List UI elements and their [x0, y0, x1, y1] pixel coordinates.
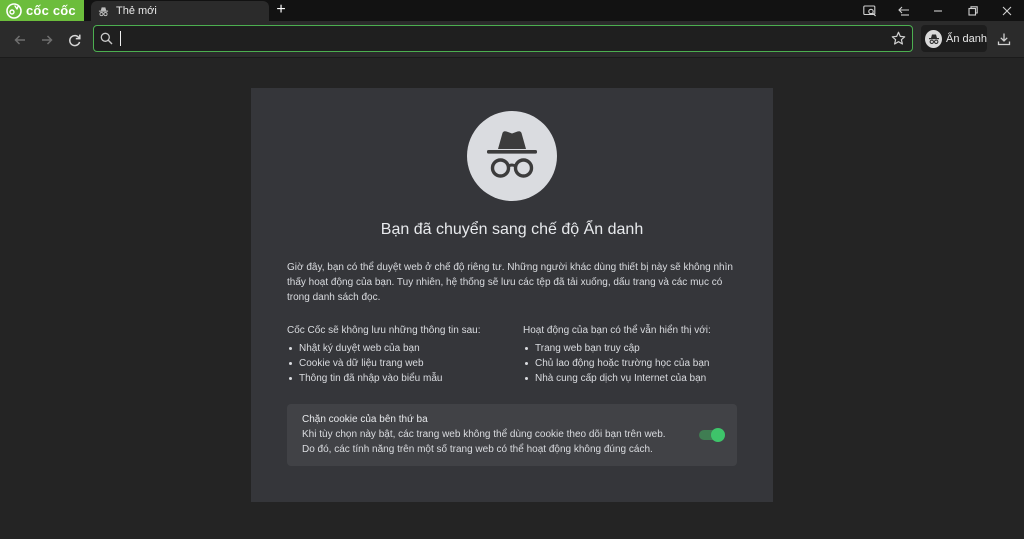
forward-button[interactable] — [36, 29, 58, 51]
text-caret — [120, 31, 121, 46]
visible-to-list: Trang web bạn truy cập Chủ lao động hoặc… — [523, 341, 753, 386]
title-bar: cốc cốc Thẻ mới + — [0, 0, 1024, 21]
reload-button[interactable] — [63, 29, 85, 51]
cookie-setting-note: Do đó, các tính năng trên một số trang w… — [302, 444, 653, 455]
incognito-card: Bạn đã chuyển sang chế độ Ẩn danh Giờ đâ… — [251, 88, 773, 502]
not-saved-section: Cốc Cốc sẽ không lưu những thông tin sau… — [287, 323, 517, 386]
visible-to-section: Hoạt động của bạn có thể vẫn hiển thị vớ… — [523, 323, 753, 386]
tab-title: Thẻ mới — [116, 5, 157, 17]
close-icon — [1002, 6, 1012, 15]
downloads-button[interactable] — [994, 29, 1014, 49]
sidebar-icon — [898, 6, 909, 16]
incognito-indicator[interactable]: Ẩn danh — [921, 25, 987, 52]
incognito-icon — [487, 131, 537, 178]
intro-text: Giờ đây, bạn có thể duyệt web ở chế độ r… — [287, 262, 733, 303]
restore-button[interactable] — [964, 2, 982, 19]
avatar — [925, 29, 943, 48]
forward-arrow-icon — [42, 35, 53, 45]
download-icon — [997, 33, 1011, 46]
star-icon[interactable] — [891, 31, 906, 46]
incognito-icon — [928, 34, 939, 44]
brand-name: cốc cốc — [26, 3, 76, 18]
list-item: Chủ lao động hoặc trường học của bạn — [523, 356, 753, 371]
cookie-setting-description: Khi tùy chọn này bật, các trang web khôn… — [302, 429, 666, 440]
toggle-knob — [711, 428, 725, 442]
new-tab-button[interactable]: + — [273, 2, 289, 19]
tab-search-icon — [863, 4, 877, 16]
list-item: Trang web bạn truy cập — [523, 341, 753, 356]
address-input[interactable] — [119, 29, 879, 48]
cookie-setting-title: Chặn cookie của bên thứ ba — [302, 414, 428, 425]
not-saved-list: Nhật ký duyệt web của bạn Cookie và dữ l… — [287, 341, 517, 386]
toolbar: Ẩn danh — [0, 21, 1024, 58]
minimize-button[interactable] — [929, 2, 947, 19]
third-party-cookie-setting: Chặn cookie của bên thứ ba Khi tùy chọn … — [287, 404, 737, 466]
not-saved-heading: Cốc Cốc sẽ không lưu những thông tin sau… — [287, 325, 481, 336]
search-icon — [100, 32, 113, 45]
reload-icon — [68, 34, 81, 46]
list-item: Cookie và dữ liệu trang web — [287, 356, 517, 371]
visible-to-heading: Hoạt động của bạn có thể vẫn hiển thị vớ… — [523, 325, 711, 336]
incognito-illustration — [467, 111, 557, 201]
tab-search-button[interactable] — [861, 2, 879, 19]
back-arrow-icon — [14, 35, 25, 45]
page-title: Bạn đã chuyển sang chế độ Ẩn danh — [380, 221, 644, 238]
minimize-icon — [934, 9, 942, 12]
tab-new-tab[interactable]: Thẻ mới — [91, 1, 269, 21]
close-button[interactable] — [998, 2, 1016, 19]
back-button[interactable] — [9, 29, 31, 51]
sidebar-toggle-button[interactable] — [895, 2, 913, 19]
list-item: Nhà cung cấp dịch vụ Internet của bạn — [523, 371, 753, 386]
list-item: Nhật ký duyệt web của bạn — [287, 341, 517, 356]
incognito-label: Ẩn danh — [946, 32, 987, 45]
address-bar[interactable] — [93, 25, 913, 52]
list-item: Thông tin đã nhập vào biểu mẫu — [287, 371, 517, 386]
block-cookies-toggle[interactable] — [699, 428, 725, 442]
coccoc-logo-icon — [6, 2, 22, 19]
coccoc-menu-button[interactable]: cốc cốc — [0, 0, 84, 21]
incognito-icon — [98, 6, 109, 16]
restore-icon — [968, 5, 978, 16]
